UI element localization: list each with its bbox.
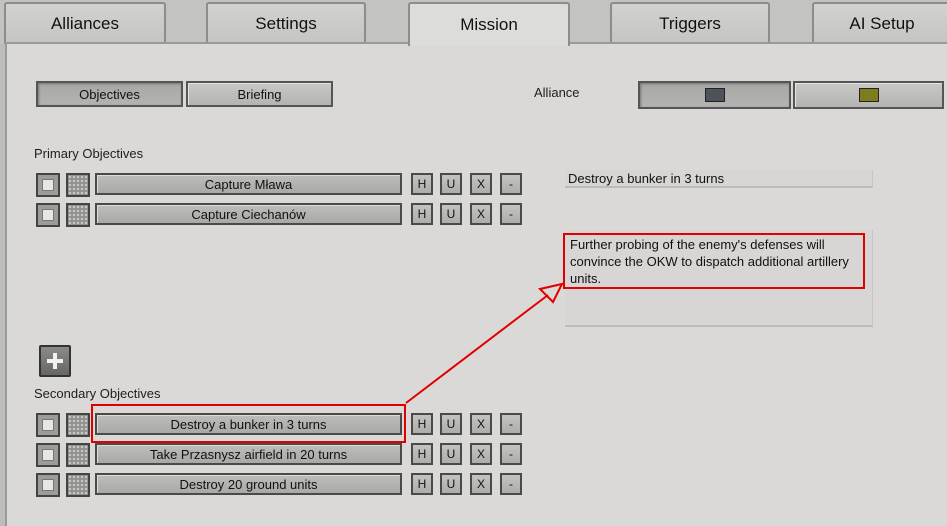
tab-mission[interactable]: Mission — [408, 2, 570, 46]
annotation-arrow — [405, 282, 564, 404]
